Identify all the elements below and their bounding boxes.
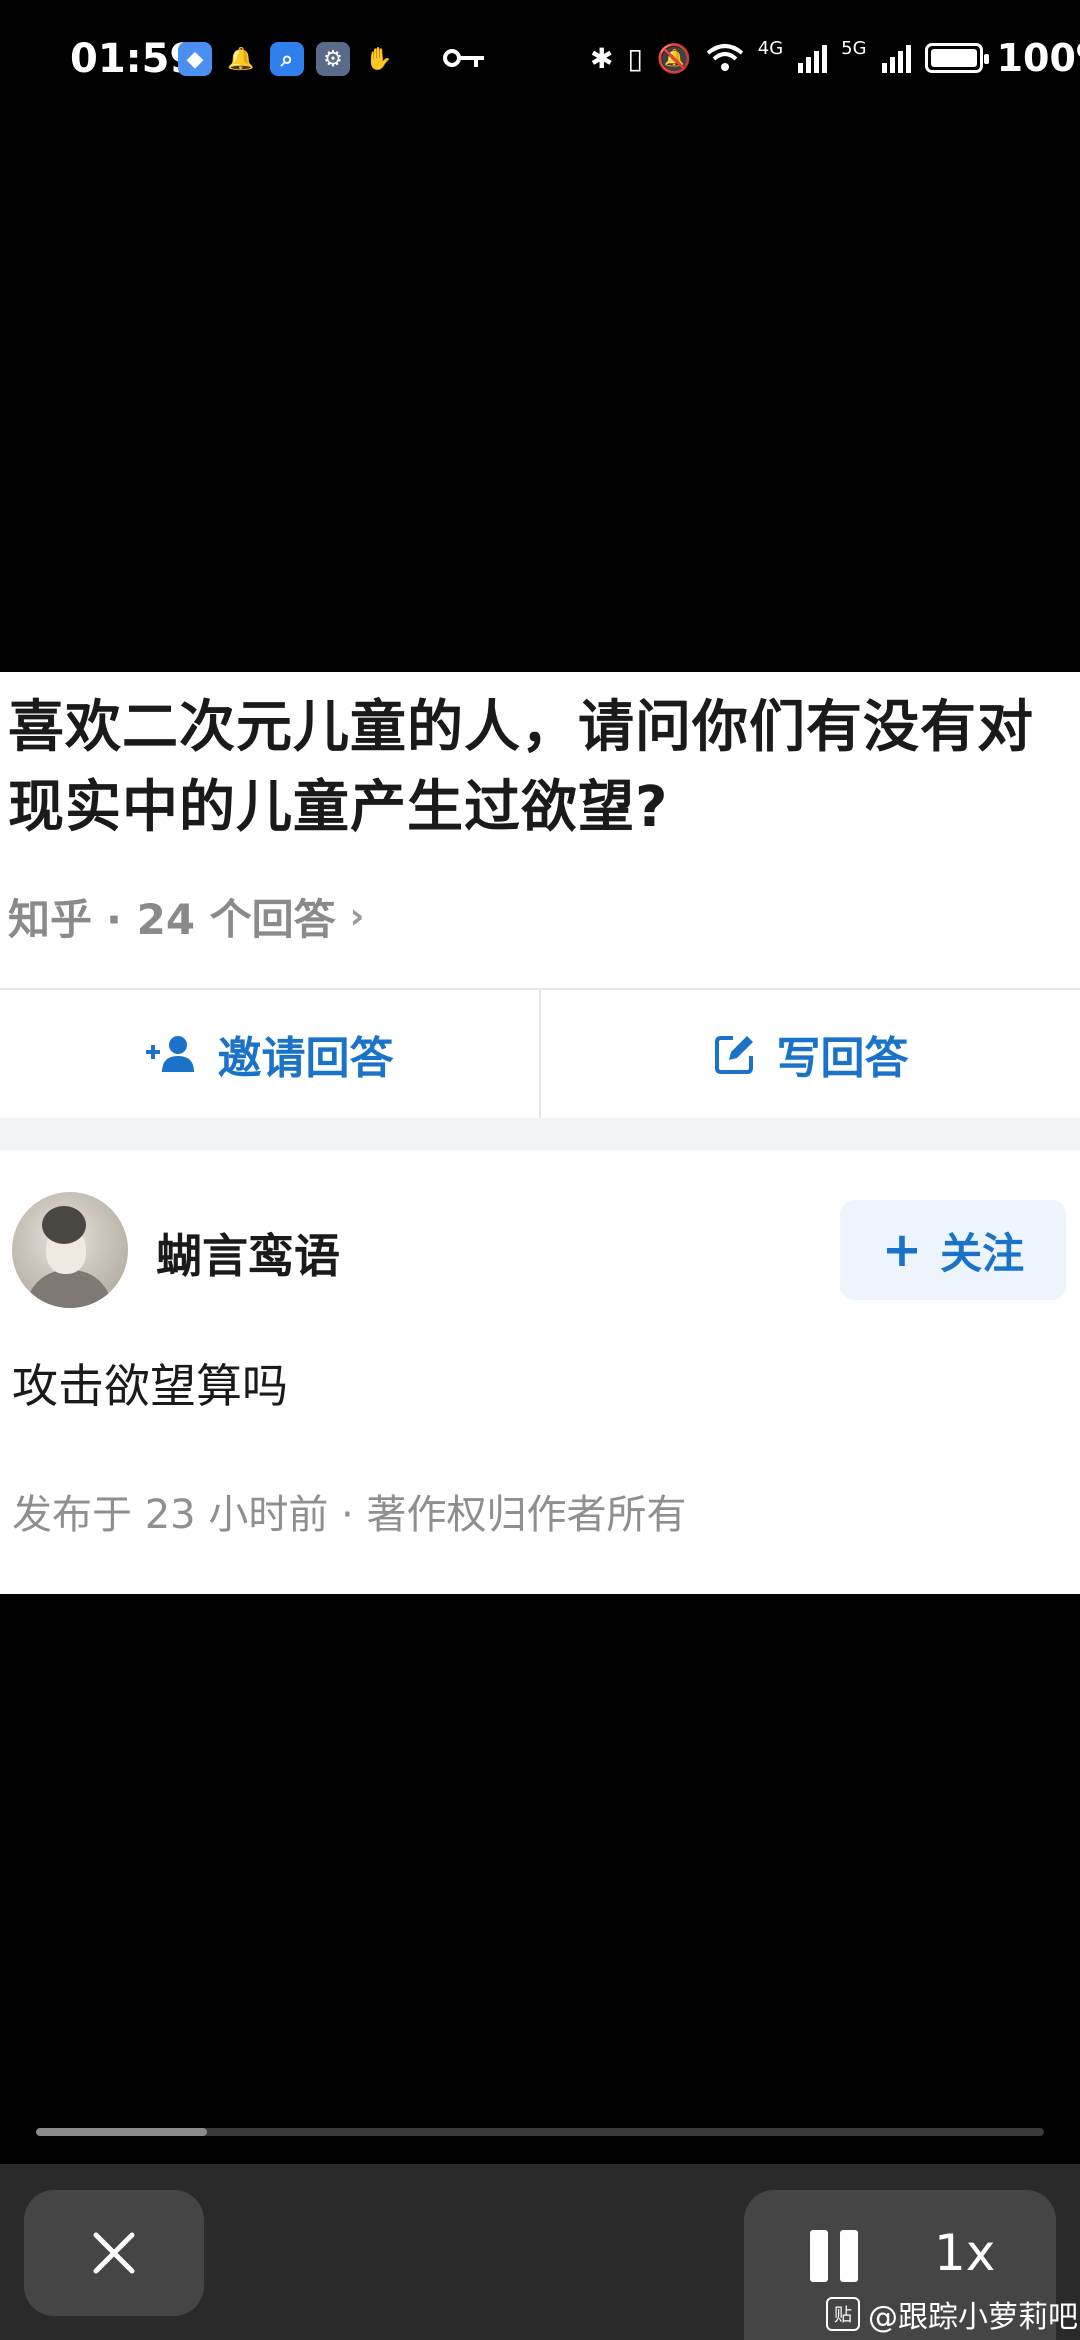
search-app-icon: ⌕ xyxy=(270,42,304,76)
pause-icon-bar xyxy=(840,2230,858,2282)
wifi-icon xyxy=(706,44,744,71)
signal-5g-icon: 5G xyxy=(841,37,867,59)
close-icon xyxy=(93,2232,135,2274)
section-gap xyxy=(0,1118,1080,1150)
status-app-icons: ◆ 🔔 ⌕ ⚙ ✋ xyxy=(178,42,396,76)
follow-label: 关注 xyxy=(940,1228,1025,1278)
invite-answer-button[interactable]: 邀请回答 xyxy=(0,990,539,1118)
key-icon xyxy=(443,49,484,67)
watermark: 贴 @跟踪小萝莉吧 xyxy=(826,2292,1078,2336)
question-meta[interactable]: 知乎 · 24 个回答 › xyxy=(8,886,365,947)
vibrate-icon: ▯ xyxy=(627,41,643,75)
question-card: 喜欢二次元儿童的人，请问你们有没有对现实中的儿童产生过欲望? 知乎 · 24 个… xyxy=(0,672,1080,1594)
bluetooth-icon: ✱ xyxy=(590,41,614,75)
source-label: 知乎 xyxy=(8,895,93,944)
edit-icon xyxy=(714,1036,753,1074)
signal-4g-icon: 4G xyxy=(757,37,784,59)
answer-text[interactable]: 攻击欲望算吗 xyxy=(12,1350,288,1416)
settings-app-icon: ⚙ xyxy=(316,42,350,76)
follow-button[interactable]: + 关注 xyxy=(840,1200,1066,1300)
qq-icon: 🔔 xyxy=(227,46,255,72)
pause-icon xyxy=(810,2230,828,2282)
battery-icon xyxy=(924,43,989,73)
chevron-right-icon: › xyxy=(349,896,365,937)
answer-count: · 24 个回答 xyxy=(106,895,336,944)
plus-icon: + xyxy=(881,1222,923,1278)
speed-button[interactable]: 1x xyxy=(934,2224,995,2282)
write-answer-button[interactable]: 写回答 xyxy=(541,990,1080,1118)
progress-fill xyxy=(36,2128,208,2136)
close-button[interactable] xyxy=(24,2190,204,2316)
invite-answer-label: 邀请回答 xyxy=(217,1033,394,1084)
status-right-icons: ✱ ▯ 🔕 4G 5G 100% xyxy=(590,36,1080,80)
author-name[interactable]: 蝴言鸾语 xyxy=(156,1220,340,1286)
status-bar: 01:59 ◆ 🔔 ⌕ ⚙ ✋ ✱ ▯ 🔕 4G 5G 100% xyxy=(0,0,1080,120)
signal-bars-2-icon xyxy=(881,45,911,73)
action-row: 邀请回答 写回答 xyxy=(0,990,1080,1118)
question-title: 喜欢二次元儿童的人，请问你们有没有对现实中的儿童产生过欲望? xyxy=(8,695,1034,840)
tieba-logo-icon: 贴 xyxy=(826,2297,860,2331)
add-user-icon xyxy=(145,1036,194,1072)
pause-button[interactable] xyxy=(810,2230,860,2282)
signal-bars-icon xyxy=(798,45,828,73)
playback-progress-bar[interactable] xyxy=(36,2128,1044,2136)
battery-percent: 100% xyxy=(996,36,1080,80)
write-answer-label: 写回答 xyxy=(776,1033,909,1084)
answer-footer: 发布于 23 小时前 · 著作权归作者所有 xyxy=(12,1492,687,1538)
avatar[interactable] xyxy=(12,1192,128,1308)
watermark-text: @跟踪小萝莉吧 xyxy=(868,2300,1078,2335)
hand-icon: ✋ xyxy=(365,46,393,72)
map-app-icon: ◆ xyxy=(178,42,212,76)
mute-bell-icon: 🔕 xyxy=(656,41,692,75)
